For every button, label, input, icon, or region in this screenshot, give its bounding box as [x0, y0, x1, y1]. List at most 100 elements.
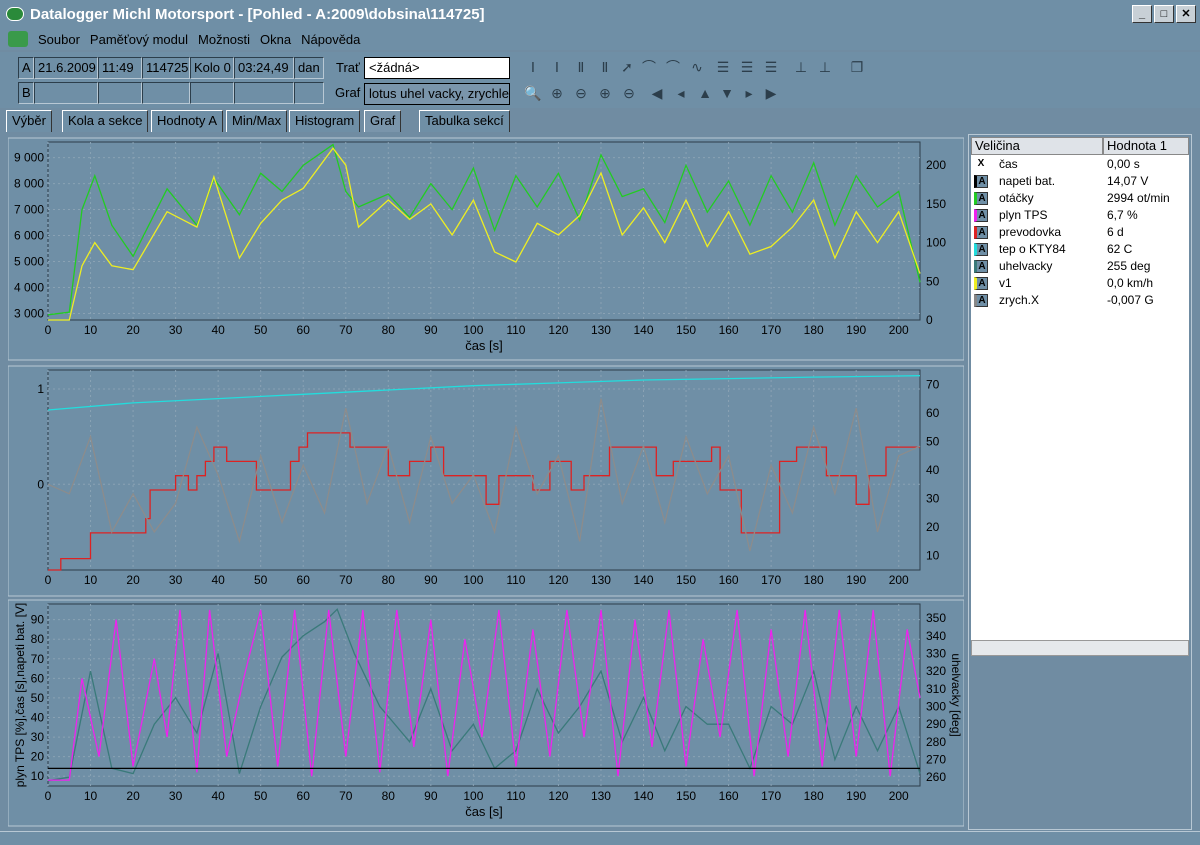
charts-svg[interactable]: 0 10 20 30 40 50 60 70 80 90 100 110 120 130 140 150 160…	[7, 134, 965, 830]
y-left-tick-label: 60	[31, 671, 45, 685]
layout1-icon[interactable]: ☰	[712, 56, 734, 78]
axis-icon[interactable]: ⊥	[790, 56, 812, 78]
tab-tabulka-sekci[interactable]: Tabulka sekcí	[419, 110, 510, 132]
down-arrow-icon[interactable]: ▼	[716, 82, 738, 104]
tab-kola-a-sekce[interactable]: Kola a sekce	[62, 110, 149, 132]
measure2-icon[interactable]: ⌒	[662, 56, 684, 78]
last-icon[interactable]: ▶	[760, 82, 782, 104]
channel-swatch[interactable]: A	[974, 260, 988, 273]
col-header-name[interactable]: Veličina	[971, 137, 1103, 155]
channel-swatch[interactable]: A	[974, 226, 988, 239]
tab-graf[interactable]: Graf	[364, 110, 402, 132]
x-tick-label: 110	[506, 573, 525, 587]
channel-row[interactable]: Aotáčky 2994 ot/min	[971, 190, 1189, 207]
horizontal-scrollbar[interactable]	[971, 640, 1189, 656]
channel-swatch[interactable]: A	[974, 209, 988, 222]
y-left-tick-label: 40	[31, 711, 45, 725]
cursor-tool-icon[interactable]: Ⅰ	[522, 56, 544, 78]
layout3-icon[interactable]: ☰	[760, 56, 782, 78]
menu-moznosti[interactable]: Možnosti	[198, 32, 250, 47]
x-tick-label: 10	[84, 573, 98, 587]
x-tick-label: 10	[84, 789, 98, 803]
channel-row[interactable]: Av1 0,0 km/h	[971, 275, 1189, 292]
y-left-tick-label: 3 000	[14, 307, 44, 321]
y-right-tick-label: 20	[926, 520, 940, 534]
menu-soubor[interactable]: Soubor	[38, 32, 80, 47]
menu-okna[interactable]: Okna	[260, 32, 291, 47]
chart-area[interactable]: 0 10 20 30 40 50 60 70 80 90 100 110 120 130 140 150 160…	[7, 134, 965, 830]
y-right-tick-label: 0	[926, 313, 933, 327]
zoom-out-icon[interactable]: ⊖	[570, 82, 592, 104]
channel-row[interactable]: Auhelvacky 255 deg	[971, 258, 1189, 275]
channel-swatch[interactable]: A	[974, 277, 988, 290]
app-icon	[6, 7, 24, 21]
zoom-x-out-icon[interactable]: ⊖	[618, 82, 640, 104]
left-arrow-icon[interactable]: ◂	[670, 82, 692, 104]
x-tick-label: 150	[676, 789, 696, 803]
x-tick-label: 190	[846, 789, 866, 803]
channel-row[interactable]: Atep o KTY84 62 C	[971, 241, 1189, 258]
minimize-button[interactable]: _	[1132, 5, 1152, 23]
zoom-x-in-icon[interactable]: ⊕	[594, 82, 616, 104]
trat-input[interactable]: <žádná>	[364, 57, 510, 79]
tab-histogram[interactable]: Histogram	[289, 110, 361, 132]
lap-field: Kolo 0	[190, 57, 234, 79]
pointer-icon[interactable]: ➚	[616, 56, 638, 78]
y-left-tick-label: 5 000	[14, 255, 44, 269]
x-tick-label: 170	[761, 323, 781, 337]
zoom-icon[interactable]: 🔍	[522, 82, 544, 104]
channel-row[interactable]: Azrych.X -0,007 G	[971, 292, 1189, 309]
y-right-tick-label: 300	[926, 699, 946, 713]
first-icon[interactable]: ◀	[646, 82, 668, 104]
col-header-value[interactable]: Hodnota 1	[1103, 137, 1189, 155]
x-tick-label: 190	[846, 573, 866, 587]
menu-napoveda[interactable]: Nápověda	[301, 32, 360, 47]
x-tick-label: 140	[633, 573, 653, 587]
zoom-in-icon[interactable]: ⊕	[546, 82, 568, 104]
channel-row[interactable]: Aprevodovka 6 d	[971, 224, 1189, 241]
channel-swatch[interactable]: X	[974, 158, 988, 171]
x-tick-label: 100	[463, 789, 483, 803]
x-tick-label: 100	[463, 573, 483, 587]
up-arrow-icon[interactable]: ▲	[694, 82, 716, 104]
channel-swatch[interactable]: A	[974, 294, 988, 307]
x-tick-label: 40	[211, 323, 225, 337]
graf-select[interactable]: lotus uhel vacky, zrychle	[364, 83, 510, 105]
document-icon[interactable]	[8, 31, 28, 47]
x-tick-label: 50	[254, 789, 268, 803]
channel-row[interactable]: Anapeti bat. 14,07 V	[971, 173, 1189, 190]
channel-list[interactable]: Veličina Hodnota 1 Xčas 0,00 s Anapeti bat…	[971, 137, 1189, 647]
channel-row[interactable]: Aplyn TPS 6,7 %	[971, 207, 1189, 224]
tab-vyber[interactable]: Výběr	[6, 110, 52, 132]
x-tick-label: 130	[591, 323, 611, 337]
channel-value: 255 deg	[1107, 259, 1151, 273]
cursor2-tool-icon[interactable]: Ⅰ	[546, 56, 568, 78]
menu-pametovy-modul[interactable]: Paměťový modul	[90, 32, 188, 47]
tab-hodnoty-a[interactable]: Hodnoty A	[151, 110, 223, 132]
range-tool-icon[interactable]: Ⅱ	[570, 56, 592, 78]
maximize-button[interactable]: □	[1154, 5, 1174, 23]
y-left-tick-label: 9 000	[14, 151, 44, 165]
y-left-tick-label: 6 000	[14, 229, 44, 243]
measure-icon[interactable]: ⌒	[638, 56, 660, 78]
channel-swatch[interactable]: A	[974, 192, 988, 205]
x-tick-label: 90	[424, 573, 438, 587]
channel-row[interactable]: Xčas 0,00 s	[971, 156, 1189, 173]
tab-min-max[interactable]: Min/Max	[226, 110, 288, 132]
y-left-tick-label: 10	[31, 769, 45, 783]
curve-icon[interactable]: ∿	[686, 56, 708, 78]
layout2-icon[interactable]: ☰	[736, 56, 758, 78]
channel-swatch[interactable]: A	[974, 243, 988, 256]
axis2-icon[interactable]: ⊥	[814, 56, 836, 78]
x-tick-label: 170	[761, 789, 781, 803]
close-button[interactable]: ✕	[1176, 5, 1196, 23]
copy-icon[interactable]: ❐	[846, 56, 868, 78]
x-tick-label: 60	[297, 573, 311, 587]
y-right-tick-label: 60	[926, 406, 940, 420]
channel-swatch[interactable]: A	[974, 175, 988, 188]
channel-value: 6 d	[1107, 225, 1124, 239]
range2-tool-icon[interactable]: Ⅱ	[594, 56, 616, 78]
y-right-tick-label: 320	[926, 664, 946, 678]
channel-name: uhelvacky	[999, 259, 1053, 273]
right-arrow-icon[interactable]: ▸	[738, 82, 760, 104]
